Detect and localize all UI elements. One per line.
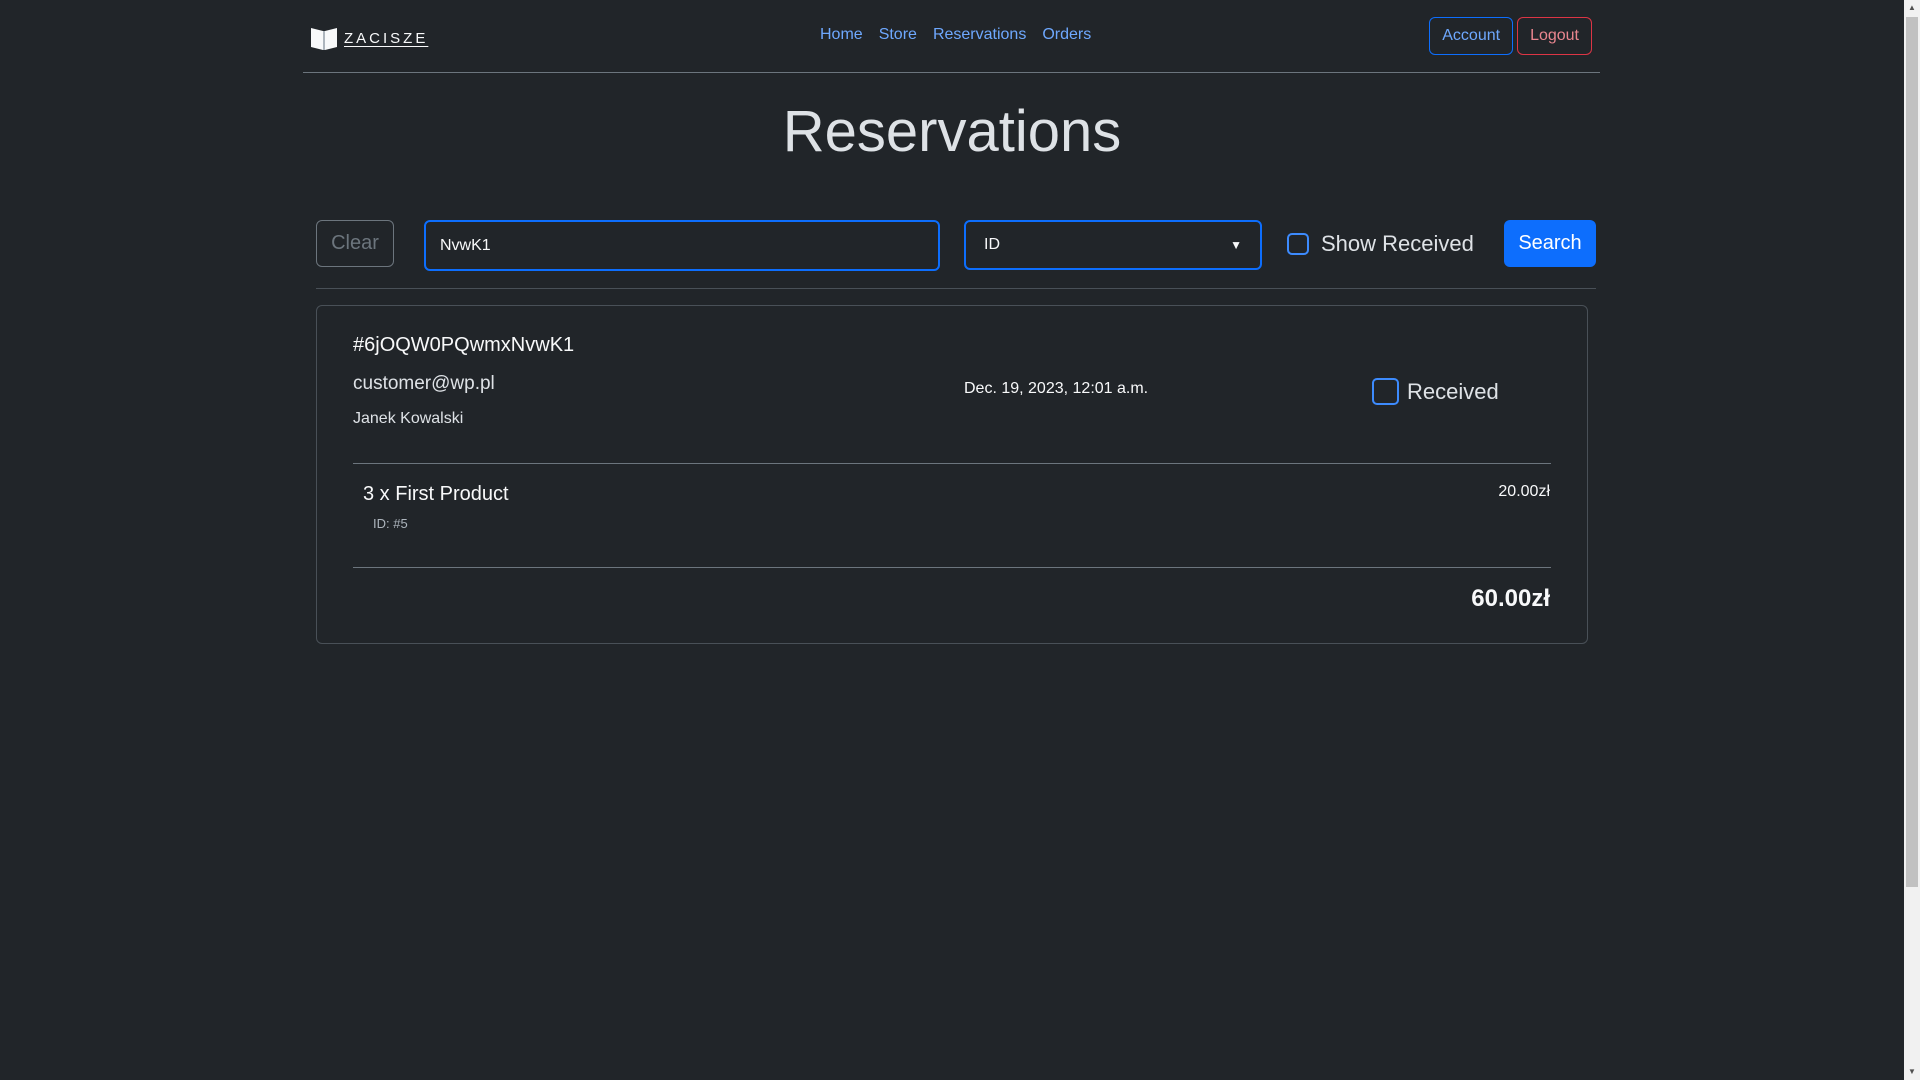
show-received-toggle[interactable]: Show Received — [1287, 231, 1474, 257]
page-title: Reservations — [782, 99, 1122, 164]
chevron-down-icon: ▼ — [1230, 238, 1242, 252]
scroll-down-arrow-icon[interactable]: ▼ — [1904, 1064, 1920, 1080]
scrollbar-thumb[interactable] — [1906, 17, 1918, 887]
search-input[interactable] — [424, 220, 940, 271]
customer-name: Janek Kowalski — [353, 410, 464, 427]
clear-button[interactable]: Clear — [316, 220, 394, 267]
nav-link-store[interactable]: Store — [879, 26, 917, 44]
page: ZACISZE Home Store Reservations Orders A… — [0, 0, 1920, 1080]
reservation-date: Dec. 19, 2023, 12:01 a.m. — [964, 380, 1149, 397]
logout-button[interactable]: Logout — [1517, 17, 1592, 55]
vertical-scrollbar[interactable]: ▲ ▼ — [1904, 0, 1920, 1080]
brand-name: ZACISZE — [344, 29, 429, 47]
reservation-total: 60.00zł — [1471, 585, 1550, 612]
scroll-up-arrow-icon[interactable]: ▲ — [1904, 0, 1920, 16]
search-field-value: ID — [984, 236, 1000, 253]
divider — [353, 463, 1551, 464]
item-id: ID: #5 — [373, 516, 408, 531]
navbar: ZACISZE Home Store Reservations Orders A… — [303, 0, 1600, 73]
customer-email: customer@wp.pl — [353, 373, 495, 394]
show-received-checkbox[interactable] — [1287, 233, 1309, 255]
search-button[interactable]: Search — [1504, 220, 1596, 267]
search-bar: Clear ID ▼ Show Received Search — [316, 220, 1596, 289]
nav-link-orders[interactable]: Orders — [1042, 26, 1091, 44]
reservation-card: #6jOQW0PQwmxNvwK1 customer@wp.pl Janek K… — [316, 305, 1588, 644]
item-title: 3 x First Product — [363, 483, 509, 505]
received-label: Received — [1407, 378, 1499, 404]
search-field-select[interactable]: ID ▼ — [964, 220, 1262, 270]
open-book-icon — [310, 25, 338, 51]
nav-link-home[interactable]: Home — [820, 26, 863, 44]
item-price: 20.00zł — [1498, 483, 1550, 500]
reservation-id: #6jOQW0PQwmxNvwK1 — [353, 334, 575, 356]
show-received-label: Show Received — [1321, 231, 1474, 256]
main-nav: Home Store Reservations Orders — [820, 26, 1091, 44]
nav-link-reservations[interactable]: Reservations — [933, 26, 1026, 44]
brand-logo[interactable]: ZACISZE — [310, 25, 428, 51]
received-toggle[interactable]: Received — [1372, 378, 1499, 405]
account-button[interactable]: Account — [1429, 17, 1514, 55]
nav-actions: Account Logout — [1429, 17, 1592, 55]
divider — [353, 567, 1551, 568]
received-checkbox[interactable] — [1372, 378, 1399, 405]
